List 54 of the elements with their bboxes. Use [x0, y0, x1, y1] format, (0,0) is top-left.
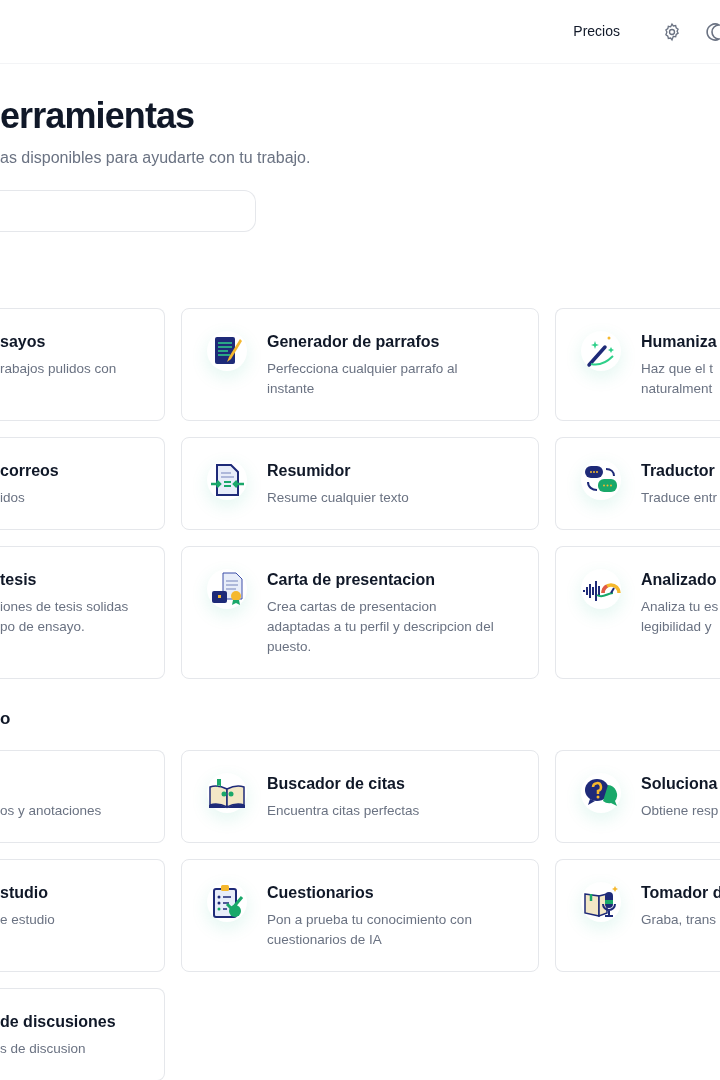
- tool-card[interactable]: sayos rabajos pulidos con: [0, 308, 165, 421]
- tool-card[interactable]: correos idos: [0, 437, 165, 530]
- settings-icon: [662, 21, 682, 42]
- tool-card[interactable]: Resumidor Resume cualquier texto: [181, 437, 539, 530]
- tool-title: Soluciona: [641, 774, 719, 794]
- tool-description: Perfecciona cualquier parrafo al instante: [267, 360, 458, 398]
- tool-title: de discusiones: [0, 1012, 116, 1032]
- tool-card[interactable]: Analizado Analiza tu es legibilidad y: [555, 546, 720, 679]
- tool-title: sayos: [0, 332, 47, 352]
- tool-card[interactable]: tesis iones de tesis solidas po de ensayo.: [0, 546, 165, 679]
- tool-description: Resume cualquier texto: [267, 489, 409, 507]
- tool-card[interactable]: de discusiones s de discusion: [0, 988, 165, 1080]
- settings-button[interactable]: [662, 21, 682, 42]
- tool-description: rabajos pulidos con: [0, 360, 117, 378]
- dark-mode-button[interactable]: [704, 21, 720, 42]
- tool-description: Graba, trans: [641, 911, 718, 929]
- tool-title: Analizado: [641, 570, 718, 590]
- tool-card[interactable]: Soluciona Obtiene resp: [555, 750, 720, 843]
- tool-description: Pon a prueba tu conocimiento con cuestionarios de IA: [267, 911, 472, 949]
- tool-description: Encuentra citas perfectas: [267, 802, 420, 820]
- search-field[interactable]: [0, 190, 256, 232]
- tool-card[interactable]: Generador de parrafos Perfecciona cualquier parrafo al instante: [181, 308, 539, 421]
- tool-description: os y anotaciones: [0, 802, 102, 820]
- tool-title: Generador de parrafos: [267, 332, 441, 352]
- tool-title: Buscador de citas: [267, 774, 406, 794]
- tool-title: Cuestionarios: [267, 883, 375, 903]
- pricing-link[interactable]: Precios: [573, 21, 620, 42]
- tool-card[interactable]: Buscador de citas Encuentra citas perfectas: [181, 750, 539, 843]
- tool-title: correos: [0, 461, 59, 481]
- tool-card[interactable]: studio e estudio: [0, 859, 165, 972]
- tool-card[interactable]: Traductor Traduce entr: [555, 437, 720, 530]
- tool-description: e estudio: [0, 911, 55, 929]
- tool-card[interactable]: os y anotaciones: [0, 750, 165, 843]
- tool-card[interactable]: Carta de presentacion Crea cartas de presentacion adaptadas a tu perfil y descripcion del puesto.: [181, 546, 539, 679]
- tool-title: Resumidor: [267, 461, 352, 481]
- tool-description: Obtiene resp: [641, 802, 719, 820]
- section-heading: o: [0, 708, 12, 730]
- tool-card[interactable]: Cuestionarios Pon a prueba tu conocimiento con cuestionarios de IA: [181, 859, 539, 972]
- page-title: erramientas: [0, 94, 196, 138]
- tool-title: tesis: [0, 570, 38, 590]
- tool-description: iones de tesis solidas po de ensayo.: [0, 598, 129, 636]
- tool-title: studio: [0, 883, 49, 903]
- tool-title: Traductor: [641, 461, 716, 481]
- tool-card[interactable]: Humaniza Haz que el t naturalment: [555, 308, 720, 421]
- tool-title: Carta de presentacion: [267, 570, 437, 590]
- tool-description: Analiza tu es legibilidad y: [641, 598, 719, 636]
- tool-title: Humaniza: [641, 332, 717, 352]
- page-subtitle: as disponibles para ayudarte con tu trabajo.: [0, 148, 312, 168]
- moon-icon: [704, 21, 720, 42]
- tool-description: idos: [0, 489, 26, 507]
- tool-description: Haz que el t naturalment: [641, 360, 715, 398]
- tool-description: Crea cartas de presentacion adaptadas a tu perfil y descripcion del puesto.: [267, 598, 494, 656]
- tool-description: s de discusion: [0, 1040, 87, 1058]
- tool-description: Traduce entr: [641, 489, 718, 507]
